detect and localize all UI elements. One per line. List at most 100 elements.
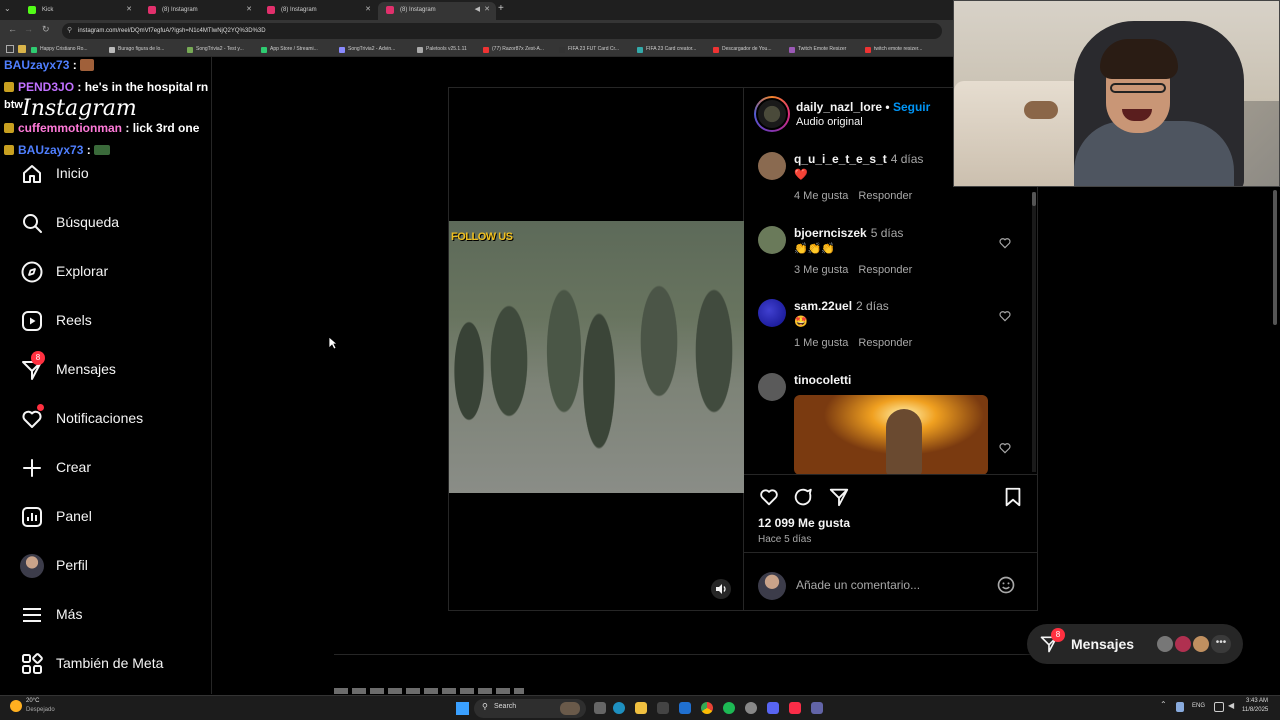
reload-icon[interactable]: ↻: [42, 24, 50, 35]
tray-app-icon[interactable]: [1176, 702, 1184, 712]
bookmark[interactable]: SongTrivia2 - Advin...: [338, 44, 395, 55]
bookmark[interactable]: Descargador de You...: [712, 44, 771, 55]
close-icon[interactable]: ✕: [484, 2, 490, 18]
author-avatar[interactable]: [754, 96, 790, 132]
like-comment-heart-icon[interactable]: [998, 309, 1012, 323]
apps-icon[interactable]: [6, 45, 14, 53]
like-heart-icon[interactable]: [758, 486, 780, 508]
tab-instagram-1[interactable]: (8) Instagram ✕: [140, 2, 258, 20]
follow-button[interactable]: Seguir: [893, 100, 930, 114]
comment-username[interactable]: tinocoletti: [794, 373, 851, 387]
audio-label[interactable]: Audio original: [796, 116, 863, 128]
author-username[interactable]: daily_nazl_lore: [796, 100, 882, 114]
sidebar-item-explorar[interactable]: Explorar: [20, 259, 200, 285]
weather-temp[interactable]: 20°C: [26, 698, 39, 704]
tab-search-button[interactable]: ⌄: [4, 4, 16, 16]
close-icon[interactable]: ✕: [246, 2, 252, 18]
wifi-icon[interactable]: [1214, 702, 1224, 712]
bookmark[interactable]: twitch emote resizer...: [864, 44, 922, 55]
sidebar-item-reels[interactable]: Reels: [20, 308, 200, 334]
comment-likes[interactable]: 4 Me gusta: [794, 190, 848, 202]
comment-likes[interactable]: 1 Me gusta: [794, 337, 848, 349]
comment-username[interactable]: sam.22uel: [794, 299, 852, 313]
weather-icon[interactable]: [10, 700, 22, 712]
reel-video-player[interactable]: FOLLOW US: [448, 87, 745, 611]
file-explorer-icon[interactable]: [635, 702, 647, 714]
comment-avatar[interactable]: [758, 152, 786, 180]
forward-icon[interactable]: →: [24, 24, 33, 34]
keyboard-language[interactable]: ENG: [1192, 703, 1205, 709]
bookmark[interactable]: FIFA 23 Card creator...: [636, 44, 696, 55]
task-view-icon[interactable]: [594, 702, 606, 714]
comment-username[interactable]: q_u_i_e_t_e_s_t: [794, 152, 887, 166]
tab-instagram-2[interactable]: (8) Instagram ✕: [259, 2, 377, 20]
bookmark[interactable]: Happy Cristiano Ro...: [30, 44, 88, 55]
messages-floating-button[interactable]: 8 Mensajes •••: [1027, 624, 1243, 664]
bookmark[interactable]: (77) Razor87x Zest-A...: [482, 44, 544, 55]
volume-icon[interactable]: ◀: [1228, 701, 1234, 710]
sidebar-item-notificaciones[interactable]: Notificaciones: [20, 404, 200, 432]
start-icon[interactable]: [456, 702, 469, 715]
comment-avatar[interactable]: [758, 226, 786, 254]
reply-button[interactable]: Responder: [858, 264, 912, 276]
bookmark[interactable]: SongTrivia2 - Test y...: [186, 44, 244, 55]
sidebar-item-inicio[interactable]: Inicio: [20, 161, 200, 187]
bookmark-icon[interactable]: [1002, 486, 1024, 508]
comment-likes[interactable]: 3 Me gusta: [794, 264, 848, 276]
reply-button[interactable]: Responder: [858, 337, 912, 349]
bookmark[interactable]: Burago figura de lo...: [108, 44, 164, 55]
sidebar-item-crear[interactable]: Crear: [20, 455, 200, 481]
sidebar-item-tambien-de-meta[interactable]: También de Meta: [20, 651, 200, 677]
likes-count[interactable]: 12 099 Me gusta: [758, 516, 850, 530]
close-icon[interactable]: ✕: [365, 2, 371, 18]
tab-kick[interactable]: Kick ✕: [20, 2, 138, 20]
scrollbar-thumb[interactable]: [1032, 192, 1036, 206]
mail-icon[interactable]: [679, 702, 691, 714]
emoji-icon[interactable]: [996, 575, 1016, 595]
chart-icon: [22, 507, 42, 527]
back-icon[interactable]: ←: [8, 24, 17, 34]
music-icon[interactable]: [789, 702, 801, 714]
mute-button[interactable]: [711, 579, 731, 599]
url-field[interactable]: ⚲ instagram.com/reel/DQmVf7egfuA/?igsh=N…: [62, 23, 942, 39]
bookmark[interactable]: Twitch Emote Resizer: [788, 44, 846, 55]
spotify-icon[interactable]: [723, 702, 735, 714]
bookmark[interactable]: App Store / Streami...: [260, 44, 318, 55]
instagram-logo[interactable]: Instagram: [22, 96, 137, 121]
clock-time[interactable]: 3:43 AM: [1246, 698, 1268, 704]
tab-instagram-3[interactable]: (8) Instagram ◀ ✕: [378, 2, 496, 20]
sidebar-item-perfil[interactable]: Perfil: [20, 553, 200, 579]
bookmark[interactable]: FIFA 23 FUT Card Cr...: [558, 44, 619, 55]
like-comment-heart-icon[interactable]: [998, 236, 1012, 250]
page-scrollbar-thumb[interactable]: [1273, 190, 1277, 325]
sidebar-item-mas[interactable]: Más: [20, 602, 200, 628]
like-comment-heart-icon[interactable]: [998, 441, 1012, 455]
comment-image[interactable]: [794, 395, 988, 475]
bookmark[interactable]: Paletools v25.1.11: [416, 44, 467, 55]
tray-chevron-icon[interactable]: ⌃: [1160, 700, 1167, 709]
site-info-icon[interactable]: ⚲: [67, 23, 72, 39]
comment-icon[interactable]: [792, 486, 814, 508]
new-tab-button[interactable]: +: [498, 3, 504, 14]
comment-username[interactable]: bjoernciszek: [794, 226, 867, 240]
store-icon[interactable]: [657, 702, 669, 714]
taskbar-search[interactable]: ⚲ Search: [474, 699, 586, 718]
comment-avatar[interactable]: [758, 373, 786, 401]
reply-button[interactable]: Responder: [858, 190, 912, 202]
close-icon[interactable]: ✕: [126, 2, 132, 18]
sidebar-item-panel[interactable]: Panel: [20, 504, 200, 530]
comment-avatar[interactable]: [758, 299, 786, 327]
speaker-icon[interactable]: ◀: [475, 2, 480, 18]
teams-icon[interactable]: [811, 702, 823, 714]
comment-input[interactable]: Añade un comentario...: [796, 578, 986, 594]
sidebar-item-mensajes[interactable]: 8 Mensajes: [20, 351, 200, 383]
chrome-icon[interactable]: [701, 702, 713, 714]
comments-scrollbar[interactable]: [1032, 192, 1036, 472]
edge-icon[interactable]: [613, 702, 625, 714]
app-icon[interactable]: [745, 702, 757, 714]
folder-icon[interactable]: [18, 45, 26, 53]
discord-icon[interactable]: [767, 702, 779, 714]
clock-date[interactable]: 11/8/2025: [1242, 707, 1268, 713]
sidebar-item-busqueda[interactable]: Búsqueda: [20, 210, 200, 236]
share-icon[interactable]: [828, 486, 850, 508]
